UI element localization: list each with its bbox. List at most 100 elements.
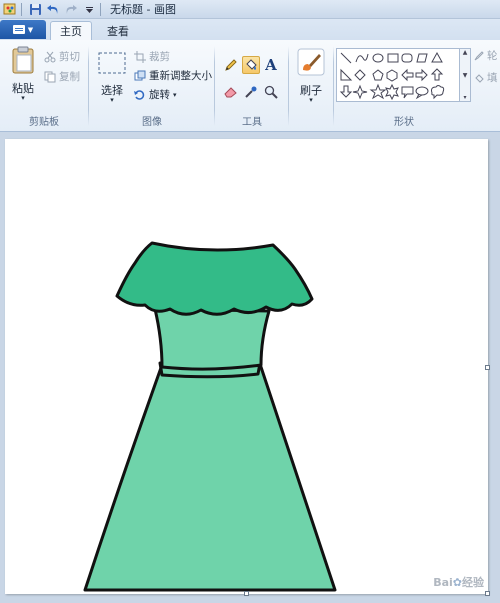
oval-callout-shape-icon bbox=[415, 86, 429, 96]
shape-outline-button[interactable]: 轮 bbox=[474, 48, 498, 63]
watermark-text: Bai bbox=[433, 576, 453, 589]
down-arrow-shape-icon bbox=[339, 85, 353, 98]
rotate-label: 旋转 bbox=[149, 89, 170, 101]
redo-icon[interactable] bbox=[63, 1, 79, 17]
image-group-label: 图像 bbox=[142, 117, 162, 128]
paint-app-icon[interactable] bbox=[2, 1, 18, 17]
shapes-gallery-scroll[interactable]: ▲ ▼ ▾ bbox=[460, 48, 471, 102]
resize-handle-corner[interactable] bbox=[485, 591, 490, 596]
resize-label: 重新调整大小 bbox=[149, 70, 212, 82]
rectangle-callout-shape-icon bbox=[401, 86, 414, 99]
gallery-expand-icon[interactable]: ▾ bbox=[463, 94, 466, 101]
tab-view[interactable]: 查看 bbox=[98, 21, 138, 40]
dress-skirt bbox=[83, 362, 337, 592]
pencil-tool[interactable] bbox=[222, 56, 240, 74]
paste-dropdown-icon: ▾ bbox=[21, 94, 25, 102]
four-point-star-shape-icon bbox=[352, 84, 368, 100]
tab-home[interactable]: 主页 bbox=[50, 21, 92, 40]
shape-style-options: 轮 填 bbox=[474, 48, 498, 85]
customize-qat-icon[interactable] bbox=[81, 1, 97, 17]
diamond-shape-icon bbox=[354, 69, 366, 81]
shapes-group-label: 形状 bbox=[394, 117, 414, 128]
drawing-canvas[interactable]: Bai✿经验 bbox=[5, 139, 490, 596]
copy-button[interactable]: 复制 bbox=[44, 69, 80, 84]
chevron-down-icon: ▼ bbox=[27, 25, 34, 34]
six-point-star-shape-icon bbox=[385, 83, 399, 101]
qat-separator-2 bbox=[100, 2, 101, 16]
title-bar: 无标题 - 画图 bbox=[0, 0, 500, 19]
shapes-gallery[interactable] bbox=[336, 48, 460, 102]
rotate-button[interactable]: 旋转 ▾ bbox=[134, 87, 177, 102]
left-arrow-shape-icon bbox=[415, 68, 428, 82]
copy-icon bbox=[44, 71, 56, 82]
green-dress-drawing bbox=[83, 241, 337, 592]
pencil-icon bbox=[225, 59, 237, 71]
paint-menu-button[interactable]: ▼ bbox=[0, 20, 46, 39]
hexagon-shape-icon bbox=[386, 69, 398, 82]
group-separator bbox=[288, 46, 289, 126]
ribbon-tab-row: ▼ 主页 查看 bbox=[0, 19, 500, 40]
shape-outline-label: 轮 bbox=[487, 50, 498, 62]
clipboard-group-label: 剪贴板 bbox=[29, 117, 59, 128]
eraser-tool[interactable] bbox=[222, 83, 240, 101]
shape-fill-label: 填 bbox=[487, 72, 498, 84]
crop-icon bbox=[134, 50, 146, 63]
select-button[interactable]: 选择 ▾ bbox=[96, 48, 128, 108]
magnifier-icon bbox=[264, 85, 278, 99]
copy-label: 复制 bbox=[59, 71, 80, 83]
tools-group: A 工具 bbox=[216, 42, 288, 130]
save-icon[interactable] bbox=[27, 1, 43, 17]
polygon-shape-icon bbox=[416, 53, 428, 63]
curve-shape-icon bbox=[355, 53, 369, 63]
fill-tool[interactable] bbox=[242, 56, 260, 74]
clipboard-group: 粘贴 ▾ 剪切 复制 剪贴板 bbox=[0, 42, 88, 130]
brush-icon bbox=[297, 48, 325, 76]
select-rect-icon bbox=[98, 52, 126, 74]
resize-handle-bottom[interactable] bbox=[244, 591, 249, 596]
paste-button[interactable]: 粘贴 ▾ bbox=[8, 46, 38, 108]
resize-button[interactable]: 重新调整大小 bbox=[134, 68, 212, 83]
text-tool[interactable]: A bbox=[262, 56, 280, 74]
rounded-rectangle-shape-icon bbox=[401, 53, 413, 63]
cut-label: 剪切 bbox=[59, 51, 80, 63]
magnifier-tool[interactable] bbox=[262, 83, 280, 101]
menu-document-icon bbox=[12, 25, 25, 34]
brushes-group: 刷子 ▾ bbox=[290, 42, 332, 130]
undo-icon[interactable] bbox=[45, 1, 61, 17]
group-separator bbox=[214, 46, 215, 126]
line-shape-icon bbox=[340, 52, 352, 64]
rotate-icon bbox=[134, 89, 145, 100]
shape-fill-button[interactable]: 填 bbox=[474, 70, 498, 85]
tools-group-label: 工具 bbox=[242, 117, 262, 128]
resize-icon bbox=[134, 70, 146, 80]
up-arrow-shape-icon bbox=[430, 68, 444, 81]
eraser-icon bbox=[224, 87, 237, 98]
shapes-gallery-icons bbox=[339, 51, 445, 101]
watermark: Bai✿经验 bbox=[433, 574, 484, 590]
group-separator bbox=[88, 46, 89, 126]
outline-brush-icon bbox=[474, 50, 484, 60]
qat-separator bbox=[21, 2, 22, 16]
paste-icon bbox=[12, 46, 34, 74]
window-title: 无标题 - 画图 bbox=[110, 3, 176, 16]
color-picker-tool[interactable] bbox=[242, 83, 260, 101]
brushes-dropdown-icon: ▾ bbox=[309, 96, 313, 104]
gallery-down-icon[interactable]: ▼ bbox=[463, 72, 468, 79]
fill-icon bbox=[246, 59, 257, 70]
gallery-up-icon[interactable]: ▲ bbox=[463, 49, 468, 56]
resize-handle-right[interactable] bbox=[485, 365, 490, 370]
crop-button[interactable]: 裁剪 bbox=[134, 49, 170, 64]
image-group: 选择 ▾ 裁剪 重新调整大小 旋转 ▾ 图像 bbox=[90, 42, 214, 130]
five-point-star-shape-icon bbox=[369, 83, 387, 100]
brushes-button[interactable]: 刷子 ▾ bbox=[294, 48, 328, 110]
pentagon-shape-icon bbox=[372, 69, 384, 81]
cut-button[interactable]: 剪切 bbox=[44, 49, 80, 64]
crop-label: 裁剪 bbox=[149, 51, 170, 63]
oval-shape-icon bbox=[372, 53, 384, 63]
right-triangle-shape-icon bbox=[340, 68, 353, 81]
scissors-icon bbox=[44, 51, 56, 62]
eyedropper-icon bbox=[245, 86, 257, 98]
dress-ruffle-top bbox=[115, 241, 314, 316]
dress-bodice bbox=[153, 307, 271, 371]
triangle-shape-icon bbox=[431, 51, 443, 63]
